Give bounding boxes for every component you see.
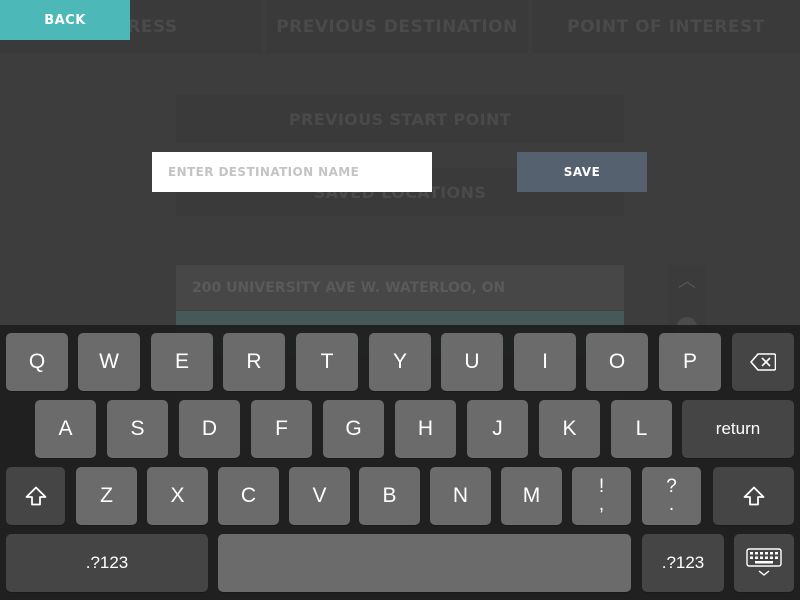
key-v[interactable]: V (289, 467, 350, 525)
numbers-key-right[interactable]: .?123 (642, 534, 724, 592)
shift-icon (743, 486, 764, 506)
numbers-key-left[interactable]: .?123 (6, 534, 208, 592)
list-item[interactable]: 200 UNIVERSITY AVE W. WATERLOO, ON (176, 265, 624, 311)
key-b[interactable]: B (359, 467, 420, 525)
key-d[interactable]: D (179, 400, 240, 458)
key-bottom-char: . (668, 494, 675, 515)
key-question-period[interactable]: ? . (642, 467, 701, 525)
tab-previous-destination[interactable]: PREVIOUS DESTINATION (266, 0, 528, 54)
previous-start-point-option[interactable]: PREVIOUS START POINT (176, 95, 624, 143)
key-s[interactable]: S (107, 400, 168, 458)
save-button[interactable]: SAVE (517, 152, 647, 192)
key-n[interactable]: N (430, 467, 491, 525)
key-e[interactable]: E (151, 333, 213, 391)
key-z[interactable]: Z (76, 467, 137, 525)
shift-key-left[interactable] (6, 467, 65, 525)
key-h[interactable]: H (395, 400, 456, 458)
key-exclaim-comma[interactable]: ! , (572, 467, 631, 525)
key-w[interactable]: W (78, 333, 140, 391)
space-key[interactable] (218, 534, 631, 592)
tab-point-of-interest[interactable]: POINT OF INTEREST (532, 0, 800, 54)
key-r[interactable]: R (223, 333, 285, 391)
destination-name-input[interactable] (152, 152, 432, 192)
key-o[interactable]: O (586, 333, 648, 391)
key-l[interactable]: L (611, 400, 672, 458)
key-k[interactable]: K (539, 400, 600, 458)
shift-key-right[interactable] (713, 467, 794, 525)
key-i[interactable]: I (514, 333, 576, 391)
return-key[interactable]: return (682, 400, 794, 458)
key-p[interactable]: P (659, 333, 721, 391)
key-c[interactable]: C (218, 467, 279, 525)
key-y[interactable]: Y (369, 333, 431, 391)
key-x[interactable]: X (147, 467, 208, 525)
key-t[interactable]: T (296, 333, 358, 391)
chevron-up-icon[interactable]: ︿ (668, 265, 706, 295)
dismiss-keyboard-key[interactable] (734, 534, 794, 592)
key-m[interactable]: M (501, 467, 562, 525)
onscreen-keyboard: Q W E R T Y U I O P A S D F G H J K L re… (0, 325, 800, 600)
delete-key[interactable] (732, 333, 794, 391)
backspace-icon (750, 353, 776, 371)
key-bottom-char: , (598, 494, 605, 515)
key-q[interactable]: Q (6, 333, 68, 391)
back-button[interactable]: BACK (0, 0, 130, 40)
key-u[interactable]: U (441, 333, 503, 391)
key-j[interactable]: J (467, 400, 528, 458)
key-a[interactable]: A (35, 400, 96, 458)
keyboard-dismiss-icon (746, 548, 782, 576)
shift-icon (25, 486, 46, 506)
key-f[interactable]: F (251, 400, 312, 458)
key-g[interactable]: G (323, 400, 384, 458)
